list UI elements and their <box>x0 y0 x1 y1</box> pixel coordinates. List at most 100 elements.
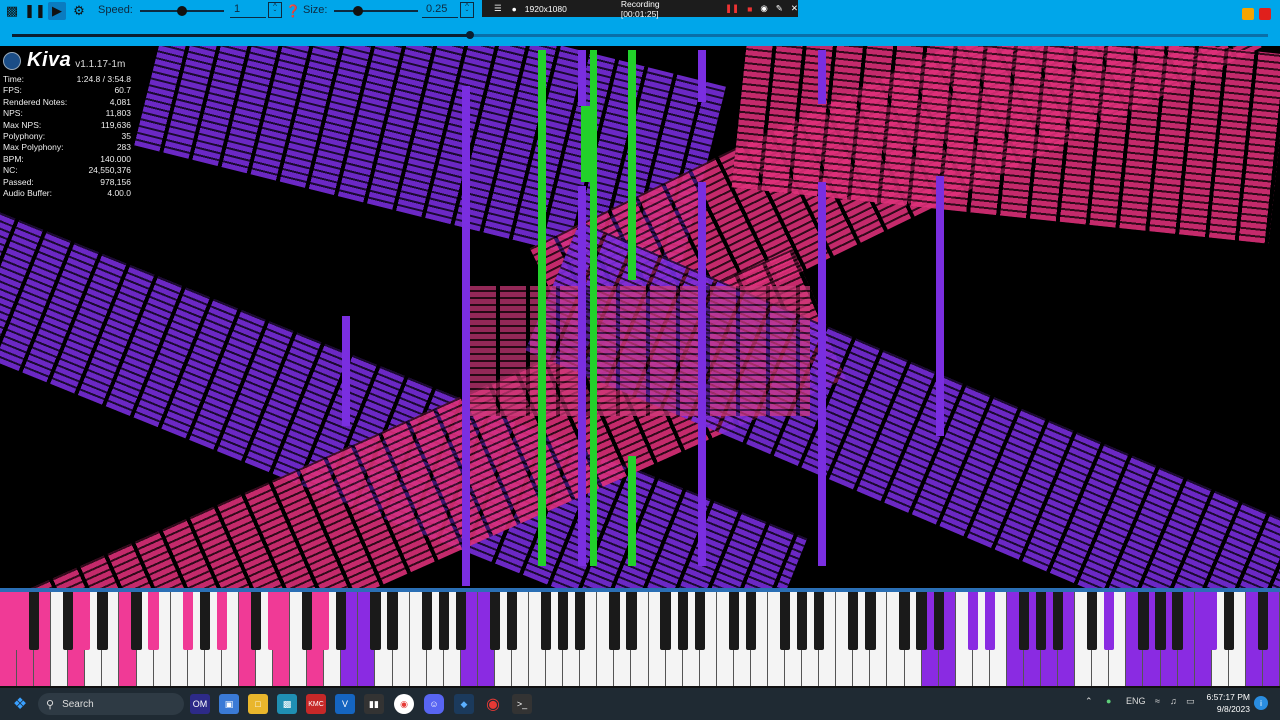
black-key[interactable] <box>609 592 620 650</box>
black-key[interactable] <box>916 592 927 650</box>
black-key[interactable] <box>80 592 91 650</box>
black-key[interactable] <box>11 592 23 650</box>
black-key[interactable] <box>660 592 671 650</box>
black-key[interactable] <box>1172 592 1183 650</box>
black-key[interactable] <box>97 592 108 650</box>
seek-bar[interactable] <box>12 31 1268 39</box>
black-key[interactable] <box>1053 592 1064 650</box>
black-key[interactable] <box>302 592 313 650</box>
black-key[interactable] <box>1155 592 1166 650</box>
black-key[interactable] <box>779 592 791 650</box>
file-explorer-icon[interactable]: □ <box>248 694 268 714</box>
menu-icon[interactable]: ☰ <box>494 3 502 14</box>
close-recorder-icon[interactable]: ✕ <box>791 3 798 14</box>
black-key[interactable] <box>1257 592 1269 650</box>
black-key[interactable] <box>1206 592 1217 650</box>
black-key[interactable] <box>575 592 586 650</box>
pause-button[interactable]: ❚❚ <box>24 2 46 20</box>
black-key[interactable] <box>370 592 381 650</box>
black-key[interactable] <box>967 592 978 650</box>
language-indicator[interactable]: ENG <box>1126 696 1146 706</box>
black-key[interactable] <box>899 592 910 650</box>
black-key[interactable] <box>319 592 330 650</box>
rec-pause-icon[interactable]: ❚❚ <box>725 3 739 14</box>
black-key[interactable] <box>541 592 552 650</box>
windows-start-icon[interactable]: ❖ <box>10 694 30 714</box>
black-key[interactable] <box>29 592 40 650</box>
battery-icon[interactable]: ▭ <box>1186 696 1195 707</box>
size-help-icon: ❓ <box>285 4 301 18</box>
microphone-icon[interactable]: ● <box>1106 696 1111 706</box>
black-key[interactable] <box>63 592 74 650</box>
tray-chevron-up-icon[interactable]: ⌃ <box>1085 696 1093 707</box>
minimize-icon[interactable] <box>1242 8 1254 20</box>
app-blue-icon[interactable]: ▩ <box>277 694 297 714</box>
size-spinner[interactable]: ^ ˇ <box>460 2 474 18</box>
kmc-app-icon[interactable]: KMC <box>306 694 326 714</box>
black-key[interactable] <box>694 592 705 650</box>
black-key[interactable] <box>814 592 825 650</box>
black-key[interactable] <box>984 592 995 650</box>
taskbar-search-box[interactable]: ⚲ Search <box>38 693 184 715</box>
black-key[interactable] <box>1087 592 1098 650</box>
black-key[interactable] <box>199 592 210 650</box>
black-key[interactable] <box>182 592 193 650</box>
black-key[interactable] <box>797 592 808 650</box>
black-key[interactable] <box>489 592 501 650</box>
pen-icon[interactable]: ✎ <box>776 3 783 14</box>
black-key[interactable] <box>250 592 262 650</box>
black-key[interactable] <box>1138 592 1149 650</box>
black-key[interactable] <box>677 592 688 650</box>
black-key[interactable] <box>506 592 518 650</box>
settings-gear-icon[interactable]: ⚙ <box>70 2 88 20</box>
black-key[interactable] <box>438 592 449 650</box>
black-key[interactable] <box>387 592 398 650</box>
black-key[interactable] <box>1104 592 1115 650</box>
terminal-icon[interactable]: >_ <box>512 694 532 714</box>
black-key[interactable] <box>865 592 876 650</box>
black-key[interactable] <box>626 592 637 650</box>
speed-spinner[interactable]: ^ ˇ <box>268 2 282 18</box>
notification-icon[interactable]: i <box>1254 696 1268 710</box>
taskbar-clock[interactable]: 6:57:17 PM 9/8/2023 <box>1202 691 1250 715</box>
black-key[interactable] <box>216 592 227 650</box>
open-folder-icon[interactable]: ▩ <box>3 2 21 20</box>
black-key[interactable] <box>421 592 432 650</box>
size-value-input[interactable]: 0.25 <box>422 2 458 18</box>
close-icon[interactable] <box>1259 8 1271 20</box>
black-key[interactable] <box>848 592 859 650</box>
speed-slider[interactable] <box>140 6 224 16</box>
chrome-icon[interactable]: ◉ <box>394 694 414 714</box>
store-icon[interactable]: ▣ <box>219 694 239 714</box>
piano-app-icon[interactable]: ▮▮ <box>364 694 384 714</box>
speed-value-input[interactable]: 1 <box>230 2 266 18</box>
mic-icon[interactable]: ● <box>512 4 517 14</box>
black-key[interactable] <box>1223 592 1234 650</box>
camera-icon[interactable]: ◉ <box>760 3 767 14</box>
black-key[interactable] <box>336 592 347 650</box>
black-key[interactable] <box>148 592 159 650</box>
kiva-taskbar-icon[interactable]: ◆ <box>454 694 474 714</box>
black-key[interactable] <box>131 592 142 650</box>
seek-bar-knob[interactable] <box>466 31 475 39</box>
recording-resolution[interactable]: 1920x1080 <box>525 4 567 14</box>
black-key[interactable] <box>933 592 944 650</box>
clock-time: 6:57:17 PM <box>1206 692 1250 702</box>
size-slider[interactable] <box>334 6 418 16</box>
black-key[interactable] <box>728 592 739 650</box>
black-key[interactable] <box>1018 592 1030 650</box>
piano-keyboard <box>0 588 1280 688</box>
black-key[interactable] <box>745 592 757 650</box>
volume-icon[interactable]: ♫ <box>1170 696 1177 706</box>
play-button[interactable]: ▶ <box>48 2 66 20</box>
wifi-icon[interactable]: ≈ <box>1155 696 1160 706</box>
om-app-icon[interactable]: OM <box>190 694 210 714</box>
black-key[interactable] <box>455 592 466 650</box>
v-app-icon[interactable]: V <box>335 694 355 714</box>
discord-icon[interactable]: ☺ <box>424 694 444 714</box>
recorder-taskbar-icon[interactable]: ◉ <box>483 694 503 714</box>
rec-stop-icon[interactable]: ■ <box>747 4 752 14</box>
black-key[interactable] <box>267 592 279 650</box>
black-key[interactable] <box>558 592 569 650</box>
black-key[interactable] <box>1035 592 1047 650</box>
